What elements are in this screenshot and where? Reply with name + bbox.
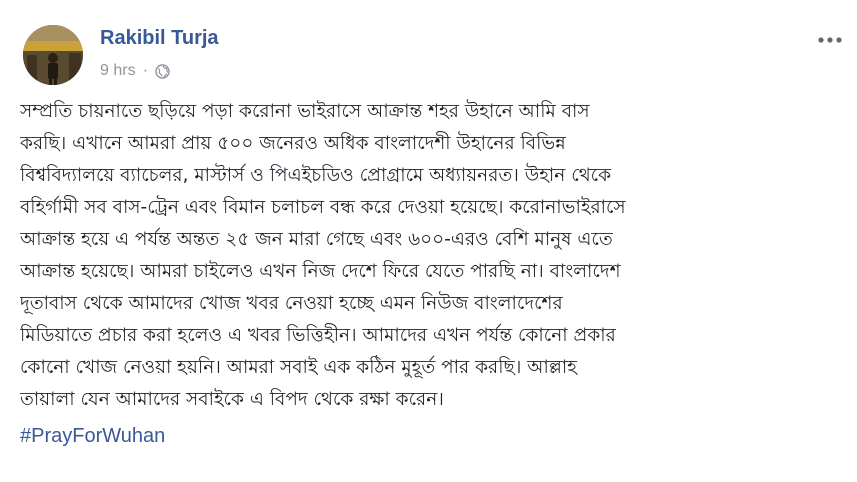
post-body-line: বহির্গামী সব বাস-ট্রেন এবং বিমান চলাচল ব… xyxy=(20,197,626,218)
post-timestamp[interactable]: 9 hrs xyxy=(100,62,136,80)
post-body-line: তায়ালা যেন আমাদের সবাইকে এ বিপদ থেকে রক… xyxy=(20,389,444,410)
post-body-line: সম্প্রতি চায়নাতে ছড়িয়ে পড়া করোনা ভাই… xyxy=(20,101,590,122)
profile-photo xyxy=(23,25,83,85)
post-body-line: বিশ্ববিদ্যালয়ে ব্যাচেলর, মাস্টার্স ও পি… xyxy=(20,165,612,186)
hashtag-link[interactable]: #PrayForWuhan xyxy=(20,425,165,448)
facebook-post: Rakibil Turja 9 hrs · সম্প্রতি চায়নাতে … xyxy=(0,0,857,482)
more-options-icon[interactable] xyxy=(813,32,847,48)
post-body: সম্প্রতি চায়নাতে ছড়িয়ে পড়া করোনা ভাই… xyxy=(20,96,820,416)
post-meta: 9 hrs · xyxy=(100,62,170,80)
post-body-line: করছি। এখানে আমরা প্রায় ৫০০ জনেরও অধিক ব… xyxy=(20,133,566,154)
globe-icon[interactable] xyxy=(155,63,170,79)
post-body-line: আক্রান্ত হয়েছে। আমরা চাইলেও এখন নিজ দেশ… xyxy=(20,261,621,282)
post-body-line: মিডিয়াতে প্রচার করা হলেও এ খবর ভিত্তিহী… xyxy=(20,325,616,346)
post-body-line: দূতাবাস থেকে আমাদের খোজ খবর নেওয়া হচ্ছে… xyxy=(20,293,563,314)
post-body-line: আক্রান্ত হয়ে এ পর্যন্ত অন্তত ২৫ জন মারা… xyxy=(20,229,613,250)
avatar[interactable] xyxy=(23,25,83,85)
author-name[interactable]: Rakibil Turja xyxy=(100,27,219,50)
meta-separator: · xyxy=(142,62,148,79)
post-body-line: কোনো খোজ নেওয়া হয়নি। আমরা সবাই এক কঠিন… xyxy=(20,357,578,378)
